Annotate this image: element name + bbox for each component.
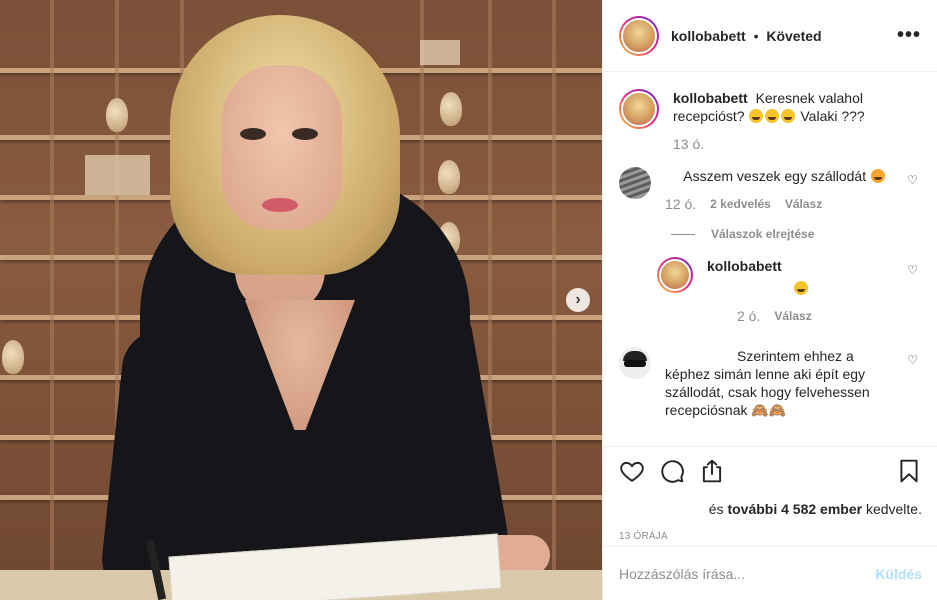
bookmark-icon[interactable] <box>896 458 922 484</box>
hide-replies-label: Válaszok elrejtése <box>711 227 815 241</box>
comment-input[interactable] <box>619 565 876 582</box>
like-comment-icon[interactable]: ♡ <box>907 173 918 187</box>
commenter-avatar[interactable] <box>619 167 651 199</box>
laughing-emoji-icon <box>749 109 764 123</box>
caption: kollobabett Keresnek valahol recepcióst?… <box>619 89 922 153</box>
comment-time[interactable]: 12 ó. <box>665 195 696 213</box>
comment-text: Asszem veszek egy szállodát <box>683 168 867 184</box>
add-comment-box: Küldés <box>603 546 937 600</box>
avatar[interactable] <box>619 15 659 56</box>
comment-icon[interactable] <box>659 458 685 484</box>
post-photo[interactable]: › <box>0 0 602 600</box>
follow-status[interactable]: Követed <box>766 28 821 44</box>
reply-username[interactable]: kollobabett <box>707 258 782 274</box>
reply-item: kollobabett 2 ó. Válasz ♡ <box>657 257 922 325</box>
likes-summary[interactable]: és további 4 582 ember kedvelte. <box>619 501 922 517</box>
comment-text: Szerintem ehhez a képhez simán lenne aki… <box>665 348 870 418</box>
heart-icon[interactable] <box>619 458 645 484</box>
like-comment-icon[interactable]: ♡ <box>907 353 918 367</box>
reply-link[interactable]: Válasz <box>774 307 811 325</box>
likes-prefix: és <box>708 501 724 517</box>
comments-list: kollobabett Keresnek valahol recepcióst?… <box>603 73 937 445</box>
caption-time[interactable]: 13 ó. <box>673 135 704 153</box>
commenter-avatar[interactable] <box>619 347 651 379</box>
share-icon[interactable] <box>699 458 725 484</box>
laughing-emoji-icon <box>793 281 808 295</box>
action-bar: és további 4 582 ember kedvelte. 13 ÓRÁJ… <box>603 446 937 542</box>
list-item: Szerintem ehhez a képhez simán lenne aki… <box>619 347 922 419</box>
caption-text-after: Valaki ??? <box>800 108 865 124</box>
kiss-emoji-icon <box>871 169 885 183</box>
reply-time[interactable]: 2 ó. <box>737 307 760 325</box>
like-comment-icon[interactable]: ♡ <box>907 263 918 277</box>
post-comment-button[interactable]: Küldés <box>875 566 922 582</box>
caption-avatar[interactable] <box>619 89 659 129</box>
post-sidebar: kollobabett • Követed ••• kollobabett Ke… <box>602 0 937 600</box>
laughing-emoji-icon <box>781 109 796 123</box>
reply-avatar[interactable] <box>657 257 693 293</box>
list-item: Asszem veszek egy szállodát 12 ó. 2 kedv… <box>619 167 922 213</box>
comment-likes[interactable]: 2 kedvelés <box>710 195 771 213</box>
caption-username[interactable]: kollobabett <box>673 90 748 106</box>
next-arrow-button[interactable]: › <box>566 288 590 312</box>
hide-replies-toggle[interactable]: Válaszok elrejtése <box>671 227 922 241</box>
likes-suffix: kedvelte. <box>865 501 922 517</box>
header-separator: • <box>753 27 759 44</box>
header-username[interactable]: kollobabett <box>671 28 746 44</box>
more-options-icon[interactable]: ••• <box>897 24 921 47</box>
laughing-emoji-icon <box>765 109 780 123</box>
post-timestamp[interactable]: 13 ÓRÁJA <box>619 531 922 542</box>
post-header: kollobabett • Követed ••• <box>603 0 937 72</box>
likes-count[interactable]: további 4 582 ember <box>727 501 862 517</box>
reply-link[interactable]: Válasz <box>785 195 822 213</box>
